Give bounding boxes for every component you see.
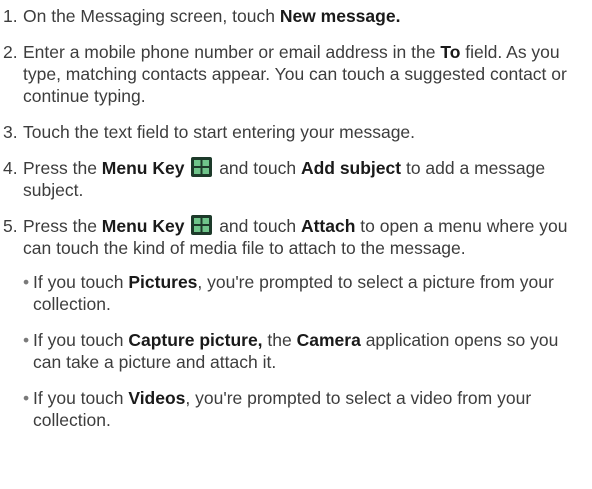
menu-key-icon — [191, 157, 213, 177]
add-subject-term: Add subject — [300, 158, 402, 178]
camera-term: Camera — [296, 330, 361, 350]
bullet-text: If you touch — [33, 330, 129, 350]
bullet-pictures: • If you touch Pictures, you're prompted … — [3, 271, 584, 315]
step-number: 4. — [3, 158, 18, 178]
bullet-dot: • — [23, 272, 30, 292]
step-text: and touch — [214, 216, 301, 236]
step-4: 4. Press the Menu Key and touch Add subje… — [3, 157, 584, 201]
bullet-text: If you touch — [33, 388, 129, 408]
step-3: 3. Touch the text field to start entering… — [3, 121, 584, 143]
step-text: and touch — [214, 158, 301, 178]
to-field-term: To — [440, 42, 461, 62]
step-text: Touch the text field to start entering y… — [23, 122, 416, 142]
bullet-text: the — [262, 330, 297, 350]
step-5: 5. Press the Menu Key and touch Attach to… — [3, 215, 584, 259]
bullet-dot: • — [23, 388, 30, 408]
capture-picture-term: Capture picture, — [128, 330, 263, 350]
instructions-page: 1. On the Messaging screen, touch New mes… — [0, 0, 592, 489]
step-number: 3. — [3, 122, 18, 142]
menu-key-term: Menu Key — [101, 158, 185, 178]
step-text: Enter a mobile phone number or email add… — [23, 42, 441, 62]
step-number: 1. — [3, 6, 18, 26]
step-number: 2. — [3, 42, 18, 62]
bullet-capture-picture: • If you touch Capture picture, the Camer… — [3, 329, 584, 373]
pictures-term: Pictures — [128, 272, 198, 292]
bullet-text: If you touch — [33, 272, 129, 292]
bullet-dot: • — [23, 330, 30, 350]
bullet-videos: • If you touch Videos, you're prompted to… — [3, 387, 584, 431]
step-text: On the Messaging screen, touch — [23, 6, 280, 26]
step-text: Press the — [23, 158, 102, 178]
new-message-term: New message. — [279, 6, 401, 26]
step-2: 2. Enter a mobile phone number or email a… — [3, 41, 584, 107]
menu-key-icon — [191, 215, 213, 235]
step-number: 5. — [3, 216, 18, 236]
step-1: 1. On the Messaging screen, touch New mes… — [3, 5, 584, 27]
videos-term: Videos — [128, 388, 186, 408]
menu-key-term: Menu Key — [101, 216, 185, 236]
step-text: Press the — [23, 216, 102, 236]
attach-term: Attach — [300, 216, 356, 236]
